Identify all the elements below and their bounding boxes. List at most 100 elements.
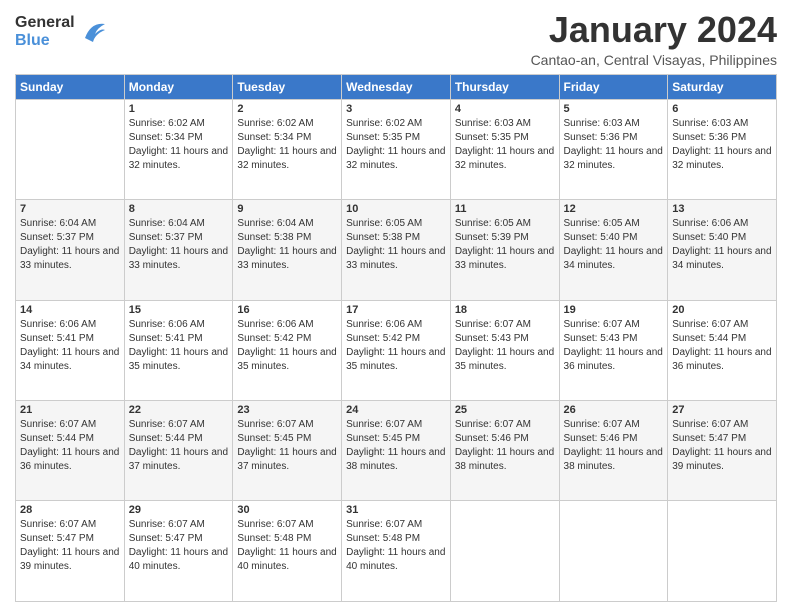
calendar-cell: 8Sunrise: 6:04 AMSunset: 5:37 PMDaylight… (124, 200, 233, 300)
calendar-cell: 6Sunrise: 6:03 AMSunset: 5:36 PMDaylight… (668, 99, 777, 199)
day-number: 22 (129, 404, 229, 416)
day-info: Sunrise: 6:04 AMSunset: 5:38 PMDaylight:… (237, 217, 337, 273)
calendar-cell: 5 Sunrise: 6:03 AMSunset: 5:36 PMDaylight… (559, 99, 668, 199)
daylight-text: Daylight: 11 hours and 37 minutes. (237, 446, 337, 474)
day-number: 24 (346, 404, 446, 416)
sunrise-text: Sunrise: 6:07 AM (672, 418, 772, 432)
calendar-week-row: 14Sunrise: 6:06 AMSunset: 5:41 PMDayligh… (16, 300, 777, 400)
sunrise-text: Sunrise: 6:02 AM (346, 117, 446, 131)
day-number: 27 (672, 404, 772, 416)
calendar-cell: 26 Sunrise: 6:07 AMSunset: 5:46 PMDayligh… (559, 401, 668, 501)
sunrise-text: Sunrise: 6:07 AM (672, 318, 772, 332)
day-info: Sunrise: 6:02 AMSunset: 5:35 PMDaylight:… (346, 117, 446, 173)
day-info: Sunrise: 6:07 AMSunset: 5:43 PMDaylight:… (455, 318, 555, 374)
daylight-text: Daylight: 11 hours and 33 minutes. (129, 245, 229, 273)
day-number: 8 (129, 203, 229, 215)
daylight-text: Daylight: 11 hours and 33 minutes. (237, 245, 337, 273)
calendar-cell: 11 Sunrise: 6:05 AMSunset: 5:39 PMDayligh… (450, 200, 559, 300)
sunset-text: Sunset: 5:46 PM (564, 432, 664, 446)
day-number: 12 (564, 203, 664, 215)
day-info: Sunrise: 6:07 AMSunset: 5:47 PMDaylight:… (20, 518, 120, 574)
daylight-text: Daylight: 11 hours and 32 minutes. (346, 145, 446, 173)
sunset-text: Sunset: 5:36 PM (672, 131, 772, 145)
daylight-text: Daylight: 11 hours and 39 minutes. (20, 546, 120, 574)
day-number: 21 (20, 404, 120, 416)
calendar-week-row: 21Sunrise: 6:07 AMSunset: 5:44 PMDayligh… (16, 401, 777, 501)
daylight-text: Daylight: 11 hours and 33 minutes. (346, 245, 446, 273)
day-number: 15 (129, 304, 229, 316)
sunrise-text: Sunrise: 6:03 AM (564, 117, 664, 131)
day-number: 11 (455, 203, 555, 215)
day-number: 23 (237, 404, 337, 416)
sunset-text: Sunset: 5:43 PM (564, 332, 664, 346)
calendar-day-header: Tuesday (233, 74, 342, 99)
sunset-text: Sunset: 5:47 PM (129, 532, 229, 546)
calendar-cell (16, 99, 125, 199)
day-info: Sunrise: 6:05 AMSunset: 5:39 PMDaylight:… (455, 217, 555, 273)
day-info: Sunrise: 6:03 AMSunset: 5:35 PMDaylight:… (455, 117, 555, 173)
sunrise-text: Sunrise: 6:07 AM (20, 418, 120, 432)
sunset-text: Sunset: 5:37 PM (129, 231, 229, 245)
sunset-text: Sunset: 5:47 PM (672, 432, 772, 446)
sunrise-text: Sunrise: 6:06 AM (346, 318, 446, 332)
sunrise-text: Sunrise: 6:07 AM (129, 418, 229, 432)
calendar-header-row: SundayMondayTuesdayWednesdayThursdayFrid… (16, 74, 777, 99)
daylight-text: Daylight: 11 hours and 38 minutes. (346, 446, 446, 474)
sunset-text: Sunset: 5:45 PM (346, 432, 446, 446)
sunrise-text: Sunrise: 6:07 AM (455, 418, 555, 432)
calendar-cell: 24 Sunrise: 6:07 AMSunset: 5:45 PMDayligh… (342, 401, 451, 501)
day-number: 7 (20, 203, 120, 215)
daylight-text: Daylight: 11 hours and 33 minutes. (20, 245, 120, 273)
sunrise-text: Sunrise: 6:07 AM (346, 418, 446, 432)
day-number: 20 (672, 304, 772, 316)
daylight-text: Daylight: 11 hours and 32 minutes. (564, 145, 664, 173)
sunset-text: Sunset: 5:42 PM (346, 332, 446, 346)
day-info: Sunrise: 6:06 AMSunset: 5:42 PMDaylight:… (237, 318, 337, 374)
sunset-text: Sunset: 5:48 PM (237, 532, 337, 546)
calendar-week-row: 28 Sunrise: 6:07 AMSunset: 5:47 PMDayligh… (16, 501, 777, 602)
sunrise-text: Sunrise: 6:03 AM (455, 117, 555, 131)
calendar-cell (559, 501, 668, 602)
sunrise-text: Sunrise: 6:07 AM (564, 318, 664, 332)
daylight-text: Daylight: 11 hours and 32 minutes. (237, 145, 337, 173)
day-number: 30 (237, 504, 337, 516)
day-number: 25 (455, 404, 555, 416)
header: General Blue January 2024 Cantao-an, Cen… (15, 10, 777, 68)
sunset-text: Sunset: 5:44 PM (129, 432, 229, 446)
calendar-cell: 30Sunrise: 6:07 AMSunset: 5:48 PMDayligh… (233, 501, 342, 602)
sunset-text: Sunset: 5:38 PM (237, 231, 337, 245)
sunrise-text: Sunrise: 6:02 AM (237, 117, 337, 131)
calendar-day-header: Monday (124, 74, 233, 99)
daylight-text: Daylight: 11 hours and 40 minutes. (346, 546, 446, 574)
calendar-cell: 1Sunrise: 6:02 AMSunset: 5:34 PMDaylight… (124, 99, 233, 199)
sunset-text: Sunset: 5:40 PM (672, 231, 772, 245)
sunset-text: Sunset: 5:44 PM (20, 432, 120, 446)
day-info: Sunrise: 6:05 AMSunset: 5:38 PMDaylight:… (346, 217, 446, 273)
calendar-cell: 4Sunrise: 6:03 AMSunset: 5:35 PMDaylight… (450, 99, 559, 199)
sunrise-text: Sunrise: 6:05 AM (564, 217, 664, 231)
calendar-cell: 2Sunrise: 6:02 AMSunset: 5:34 PMDaylight… (233, 99, 342, 199)
sunrise-text: Sunrise: 6:06 AM (129, 318, 229, 332)
day-number: 26 (564, 404, 664, 416)
calendar-cell: 18 Sunrise: 6:07 AMSunset: 5:43 PMDayligh… (450, 300, 559, 400)
day-info: Sunrise: 6:07 AMSunset: 5:43 PMDaylight:… (564, 318, 664, 374)
daylight-text: Daylight: 11 hours and 38 minutes. (564, 446, 664, 474)
day-number: 5 (564, 103, 664, 115)
sunset-text: Sunset: 5:46 PM (455, 432, 555, 446)
day-info: Sunrise: 6:03 AMSunset: 5:36 PMDaylight:… (564, 117, 664, 173)
day-number: 18 (455, 304, 555, 316)
day-number: 14 (20, 304, 120, 316)
daylight-text: Daylight: 11 hours and 34 minutes. (672, 245, 772, 273)
day-number: 29 (129, 504, 229, 516)
sunset-text: Sunset: 5:37 PM (20, 231, 120, 245)
logo: General Blue (15, 14, 105, 49)
day-info: Sunrise: 6:07 AMSunset: 5:46 PMDaylight:… (564, 418, 664, 474)
day-number: 17 (346, 304, 446, 316)
logo-general: General (15, 14, 75, 32)
sunrise-text: Sunrise: 6:06 AM (237, 318, 337, 332)
calendar-table: SundayMondayTuesdayWednesdayThursdayFrid… (15, 74, 777, 602)
day-number: 28 (20, 504, 120, 516)
day-info: Sunrise: 6:02 AMSunset: 5:34 PMDaylight:… (237, 117, 337, 173)
day-info: Sunrise: 6:07 AMSunset: 5:44 PMDaylight:… (129, 418, 229, 474)
day-info: Sunrise: 6:06 AMSunset: 5:42 PMDaylight:… (346, 318, 446, 374)
